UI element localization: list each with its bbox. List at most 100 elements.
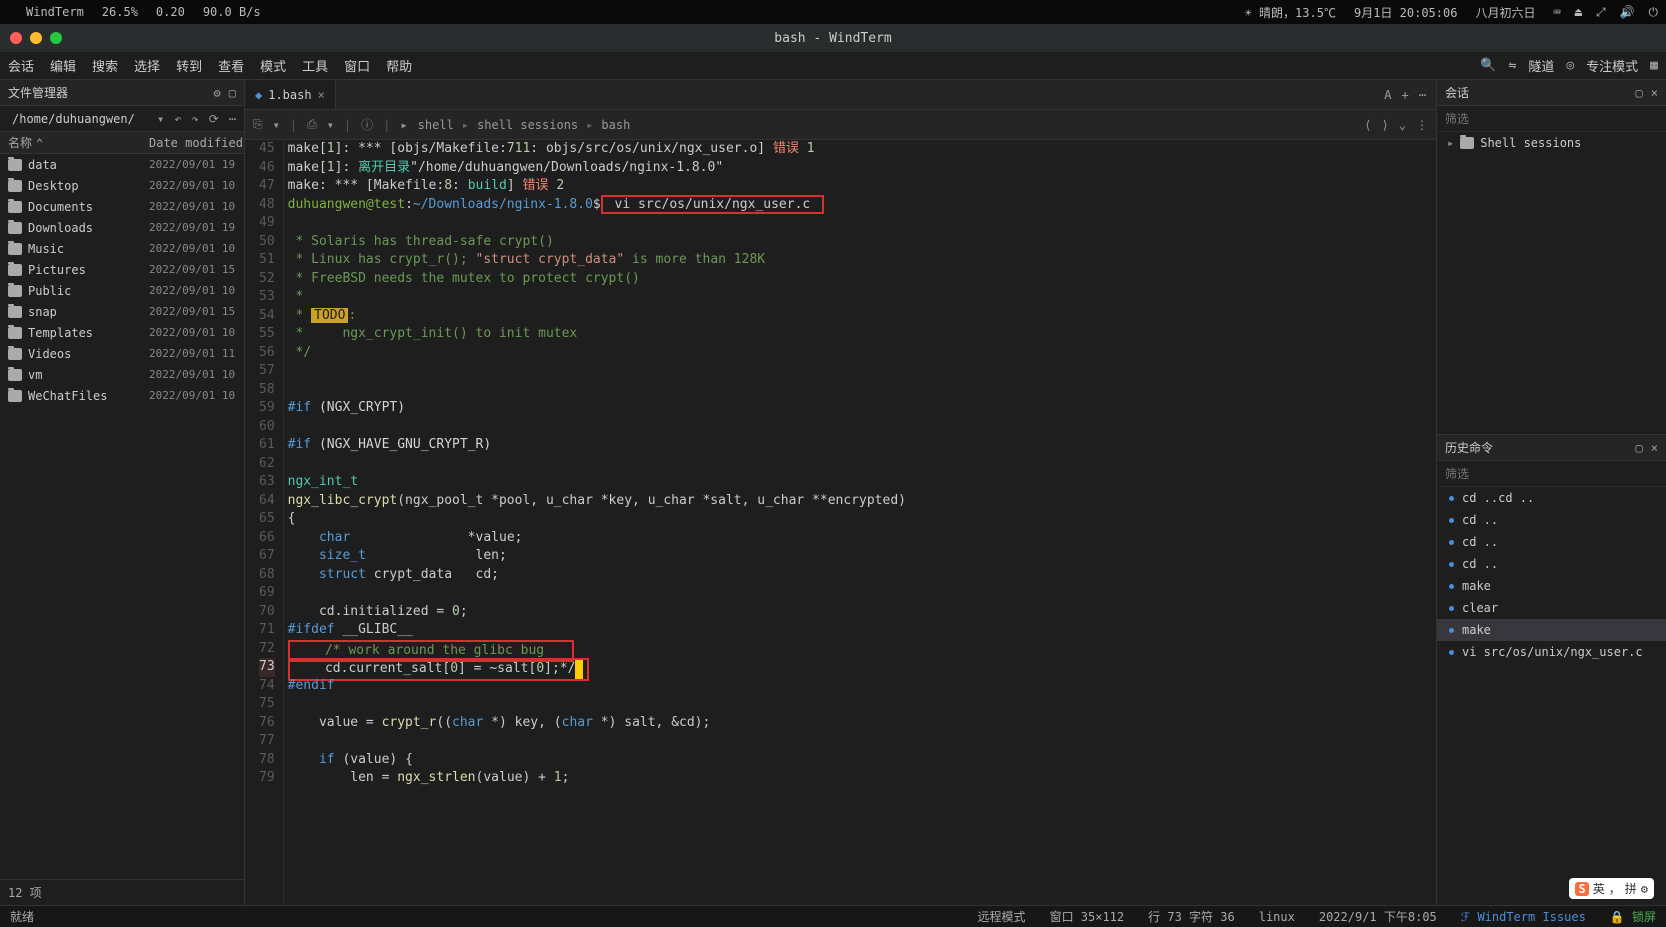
file-row[interactable]: data2022/09/01 19 <box>0 154 244 175</box>
menu-tools[interactable]: 工具 <box>302 56 328 75</box>
font-size-icon[interactable]: A <box>1384 88 1391 102</box>
history-item[interactable]: cd ..cd .. <box>1437 487 1666 509</box>
status-mode[interactable]: 远程模式 <box>978 908 1026 925</box>
app-name[interactable]: WindTerm <box>26 5 84 19</box>
close-window-button[interactable] <box>10 32 22 44</box>
menu-view[interactable]: 查看 <box>218 56 244 75</box>
history-item[interactable]: cd .. <box>1437 553 1666 575</box>
history-item[interactable]: make <box>1437 575 1666 597</box>
breadcrumb-bash[interactable]: bash <box>601 118 630 132</box>
sessions-filter[interactable]: 筛选 <box>1437 106 1666 132</box>
folder-icon <box>8 222 22 234</box>
refresh-icon[interactable]: ⟳ <box>209 112 219 126</box>
file-row[interactable]: Public2022/09/01 10 <box>0 280 244 301</box>
history-item[interactable]: cd .. <box>1437 509 1666 531</box>
breadcrumb-shell[interactable]: shell <box>418 118 454 132</box>
file-row[interactable]: Music2022/09/01 10 <box>0 238 244 259</box>
history-item[interactable]: make <box>1437 619 1666 641</box>
status-issues-link[interactable]: ℱ WindTerm Issues <box>1461 910 1586 924</box>
menu-mode[interactable]: 模式 <box>260 56 286 75</box>
status-lock[interactable]: 🔒 锁屏 <box>1610 908 1656 925</box>
tab-bash[interactable]: ◆ 1.bash × <box>245 80 336 109</box>
power-icon[interactable]: ⏻ <box>1649 5 1659 20</box>
sort-icon[interactable]: ⌃ <box>36 136 43 150</box>
file-row[interactable]: vm2022/09/01 10 <box>0 364 244 385</box>
menu-edit[interactable]: 编辑 <box>50 56 76 75</box>
file-row[interactable]: Videos2022/09/01 11 <box>0 343 244 364</box>
history-item[interactable]: vi src/os/unix/ngx_user.c <box>1437 641 1666 663</box>
history-item[interactable]: clear <box>1437 597 1666 619</box>
menu-help[interactable]: 帮助 <box>386 56 412 75</box>
more-menu-icon[interactable]: ⋮ <box>1416 118 1428 132</box>
chevron-icon[interactable]: ▾ <box>327 118 334 132</box>
menu-session[interactable]: 会话 <box>8 56 34 75</box>
gear-icon[interactable]: ⚙ <box>1641 882 1648 896</box>
back-icon[interactable]: ↶ <box>174 112 181 126</box>
file-panel-title: 文件管理器 <box>8 84 208 101</box>
tab-menu-icon[interactable]: ⋯ <box>1419 88 1426 102</box>
close-icon[interactable]: × <box>1651 441 1658 455</box>
volume-icon[interactable]: 🔊 <box>1620 5 1635 19</box>
tunnel-icon[interactable]: ⇋ <box>1508 58 1516 73</box>
file-row[interactable]: Documents2022/09/01 10 <box>0 196 244 217</box>
chevron-icon[interactable]: ▾ <box>273 118 280 132</box>
tunnel-label[interactable]: 隧道 <box>1528 56 1554 75</box>
forward-icon[interactable]: ↷ <box>191 112 198 126</box>
history-command: cd .. <box>1462 513 1498 527</box>
weather[interactable]: ☀ 晴朗，13.5℃ <box>1245 4 1336 21</box>
search-icon[interactable]: 🔍 <box>1480 58 1496 73</box>
caret-right-icon[interactable]: ▸ <box>400 118 407 132</box>
file-row[interactable]: Desktop2022/09/01 10 <box>0 175 244 196</box>
status-ready: 就绪 <box>10 908 34 925</box>
col-name-header[interactable]: 名称 <box>8 134 32 151</box>
fullscreen-icon[interactable]: ⤢ <box>1596 5 1606 20</box>
file-date: 2022/09/01 15 <box>149 263 244 276</box>
file-row[interactable]: WeChatFiles2022/09/01 10 <box>0 385 244 406</box>
minimize-window-button[interactable] <box>30 32 42 44</box>
focus-icon[interactable]: ◎ <box>1566 58 1574 73</box>
eject-icon[interactable]: ⏏ <box>1575 5 1582 19</box>
file-row[interactable]: Pictures2022/09/01 15 <box>0 259 244 280</box>
history-command: cd .. <box>1462 535 1498 549</box>
layout-icon[interactable]: ▦ <box>1650 58 1658 73</box>
history-command: cd ..cd .. <box>1462 491 1534 505</box>
col-date-header[interactable]: Date modified <box>149 136 244 150</box>
lunar-date: 八月初六日 <box>1475 4 1535 21</box>
more-icon[interactable]: ⋯ <box>229 112 236 126</box>
close-icon[interactable]: × <box>1651 86 1658 100</box>
file-row[interactable]: snap2022/09/01 15 <box>0 301 244 322</box>
tree-item-shell-sessions[interactable]: ▸ Shell sessions <box>1437 132 1666 154</box>
dock-icon[interactable]: ▢ <box>229 86 236 100</box>
ime-badge[interactable]: S 英 ， 拼 ⚙ <box>1569 878 1654 899</box>
file-row[interactable]: Downloads2022/09/01 19 <box>0 217 244 238</box>
copy-icon[interactable]: ⎘ <box>253 117 263 132</box>
info-icon[interactable]: ⓘ <box>361 116 373 133</box>
dock-icon[interactable]: ▢ <box>1636 86 1643 100</box>
focus-mode-label[interactable]: 专注模式 <box>1586 56 1638 75</box>
dock-icon[interactable]: ▢ <box>1636 441 1643 455</box>
datetime[interactable]: 9月1日 20:05:06 <box>1354 4 1457 21</box>
add-tab-icon[interactable]: + <box>1402 88 1409 102</box>
close-tab-icon[interactable]: × <box>318 88 325 102</box>
history-item[interactable]: cd .. <box>1437 531 1666 553</box>
nav-next-icon[interactable]: ⟩ <box>1382 118 1389 132</box>
main-area: ◆ 1.bash × A + ⋯ ⎘ ▾ | ⎙ ▾ | ⓘ | ▸ shell… <box>245 80 1436 905</box>
file-row[interactable]: Templates2022/09/01 10 <box>0 322 244 343</box>
folder-icon <box>8 159 22 171</box>
breadcrumb-sessions[interactable]: shell sessions <box>477 118 578 132</box>
menu-select[interactable]: 选择 <box>134 56 160 75</box>
dropdown-icon[interactable]: ▾ <box>157 112 164 126</box>
history-filter[interactable]: 筛选 <box>1437 461 1666 487</box>
menu-goto[interactable]: 转到 <box>176 56 202 75</box>
nav-prev-icon[interactable]: ⟨ <box>1364 118 1371 132</box>
chevron-down-icon[interactable]: ⌄ <box>1399 118 1406 132</box>
menu-window[interactable]: 窗口 <box>344 56 370 75</box>
menu-search[interactable]: 搜索 <box>92 56 118 75</box>
gear-icon[interactable]: ⚙ <box>214 86 221 100</box>
path-text[interactable]: /home/duhuangwen/ <box>8 110 153 128</box>
terminal-editor[interactable]: 4546474849505152535455565758596061626364… <box>245 140 1436 905</box>
maximize-window-button[interactable] <box>50 32 62 44</box>
folder-icon <box>8 243 22 255</box>
paste-icon[interactable]: ⎙ <box>307 117 317 132</box>
keyboard-icon[interactable]: ⌨ <box>1553 5 1560 19</box>
